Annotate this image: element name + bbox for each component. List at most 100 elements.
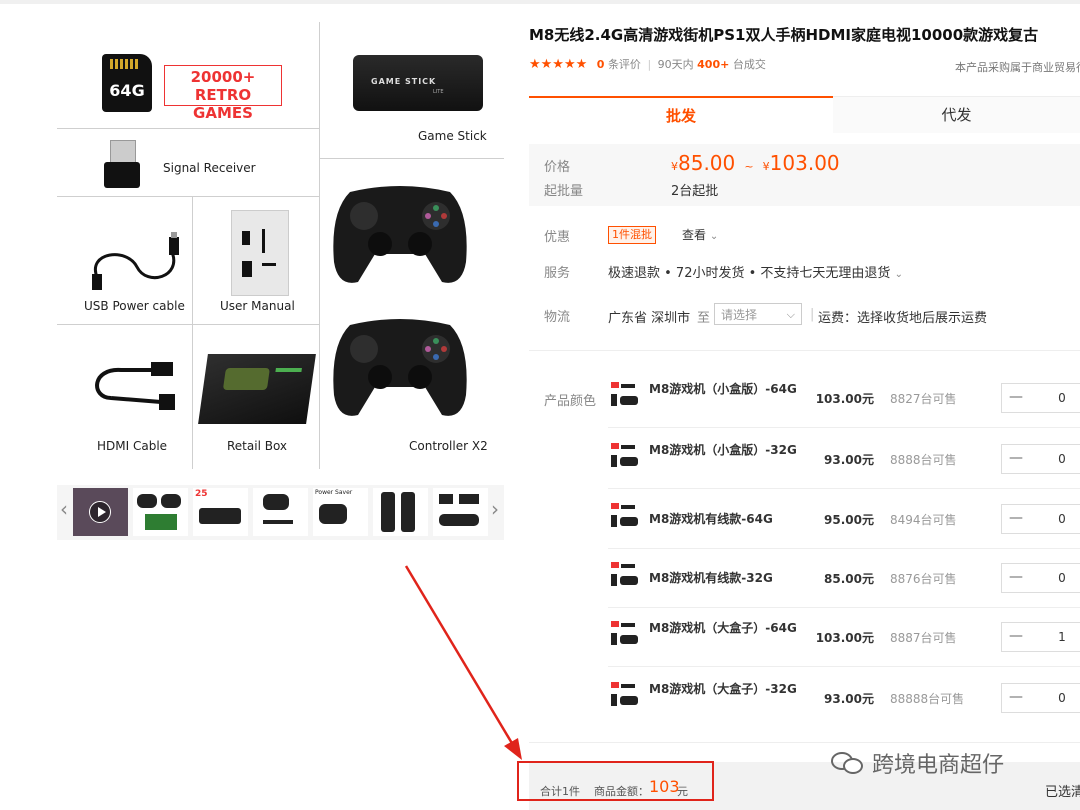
selected-list-link[interactable]: 已选清: [1045, 781, 1080, 800]
moq-label: 起批量: [544, 184, 584, 199]
thumbnail-video[interactable]: [73, 488, 128, 536]
logistics-to: 至: [697, 311, 711, 326]
trade-notice: 本产品采购属于商业贸易行: [955, 61, 1080, 74]
review-count[interactable]: 0: [597, 58, 605, 71]
currency-symbol: ¥: [671, 160, 678, 173]
price-high: 103.00: [769, 151, 840, 175]
annotation-highlight-box: [517, 761, 714, 801]
price-label: 价格: [544, 160, 571, 175]
sd-card-image: 64G: [102, 54, 152, 112]
signal-receiver-label: Signal Receiver: [163, 161, 256, 175]
row-divider: [608, 666, 1080, 667]
annotation-arrow: [404, 565, 522, 760]
watermark-text: 跨境电商超仔: [872, 753, 1005, 778]
decrement-button[interactable]: —: [1002, 623, 1030, 651]
variant-thumbnail[interactable]: [611, 621, 639, 651]
quantity-input[interactable]: 0: [1032, 684, 1080, 712]
retail-box-image: [198, 354, 316, 424]
review-label: 条评价: [607, 58, 641, 71]
logistics-origin: 广东省 深圳市: [608, 311, 691, 326]
quantity-input[interactable]: 1: [1032, 623, 1080, 651]
sales-period: 90天内: [657, 58, 694, 71]
currency-symbol: ¥: [762, 160, 770, 173]
chevron-down-icon: ⌵: [786, 308, 795, 321]
user-manual-image: [231, 210, 289, 296]
price-range: ¥85.00 ~ ¥103.00: [671, 151, 840, 175]
variant-name: M8游戏机有线款-64G: [649, 512, 773, 526]
hdmi-cable-label: HDMI Cable: [97, 439, 168, 453]
controller-image: [333, 319, 467, 416]
quantity-stepper: —0: [1001, 683, 1080, 713]
service-value[interactable]: 极速退款 • 72小时发货 • 不支持七天无理由退货 ⌄: [608, 262, 903, 281]
product-main-image[interactable]: 64G 20000+ RETRO GAMES GAME STICK LITE G…: [57, 22, 504, 469]
quantity-stepper: —0: [1001, 563, 1080, 593]
quantity-input[interactable]: 0: [1032, 445, 1080, 473]
variant-thumbnail[interactable]: [611, 443, 639, 473]
controllers-label: Controller X2: [409, 439, 488, 453]
variant-stock: 88888台可售: [890, 692, 965, 706]
variant-thumbnail[interactable]: [611, 503, 639, 533]
grid-line: [319, 22, 320, 469]
grid-line: [192, 196, 193, 469]
quantity-input[interactable]: 0: [1032, 505, 1080, 533]
section-divider: [529, 350, 1080, 351]
user-manual-label: User Manual: [220, 299, 295, 313]
thumbnail-image[interactable]: [373, 488, 428, 536]
destination-select[interactable]: 请选择 ⌵: [714, 303, 802, 325]
variant-name: M8游戏机（大盒子）-32G: [649, 682, 797, 696]
moq-value: 2台起批: [671, 184, 719, 199]
play-icon: [89, 501, 111, 523]
divider: |: [810, 307, 815, 322]
variant-row: M8游戏机有线款-64G 95.00元 8494台可售 —0: [608, 489, 1080, 549]
watermark: 跨境电商超仔: [831, 747, 1004, 779]
variant-thumbnail[interactable]: [611, 382, 639, 412]
price-separator: ~: [744, 160, 754, 173]
thumbnail-prev-button[interactable]: ‹: [60, 497, 68, 521]
sales-unit: 台成交: [732, 58, 766, 71]
game-stick-sub: LITE: [433, 89, 444, 95]
wechat-icon: [831, 750, 865, 776]
quantity-input[interactable]: 0: [1032, 384, 1080, 412]
purchase-tabs: 批发 代发: [529, 96, 1080, 134]
quantity-stepper: —0: [1001, 383, 1080, 413]
logistics-label: 物流: [544, 310, 571, 325]
promo-line-2: RETRO GAMES: [193, 86, 253, 122]
game-stick-label: Game Stick: [418, 129, 487, 143]
tab-wholesale[interactable]: 批发: [529, 96, 833, 134]
variant-price: 103.00元: [815, 631, 874, 645]
variant-price: 85.00元: [824, 572, 874, 586]
decrement-button[interactable]: —: [1002, 445, 1030, 473]
sd-card-size: 64G: [109, 81, 145, 100]
variant-thumbnail[interactable]: [611, 682, 639, 712]
section-divider: [529, 742, 1080, 743]
thumbnail-image[interactable]: [253, 488, 308, 536]
promo-view-link[interactable]: 查看 ⌄: [682, 226, 718, 243]
thumbnail-image[interactable]: 25: [193, 488, 248, 536]
tab-dropship[interactable]: 代发: [833, 96, 1080, 133]
variant-name: M8游戏机（小盒版）-64G: [649, 382, 797, 396]
sales-count: 400+: [697, 58, 730, 71]
decrement-button[interactable]: —: [1002, 384, 1030, 412]
variant-row: M8游戏机（小盒版）-64G 103.00元 8827台可售 —0: [608, 368, 1080, 428]
decrement-button[interactable]: —: [1002, 564, 1030, 592]
grid-line: [57, 324, 319, 325]
retail-box-label: Retail Box: [227, 439, 288, 453]
service-label: 服务: [544, 266, 571, 281]
variant-row: M8游戏机有线款-32G 85.00元 8876台可售 —0: [608, 548, 1080, 608]
decrement-button[interactable]: —: [1002, 505, 1030, 533]
thumbnail-image[interactable]: [133, 488, 188, 536]
thumbnail-next-button[interactable]: ›: [491, 497, 499, 521]
thumbnail-strip: ‹ 25 Power Saver ›: [57, 485, 504, 540]
decrement-button[interactable]: —: [1002, 684, 1030, 712]
quantity-input[interactable]: 0: [1032, 564, 1080, 592]
usb-cable-label: USB Power cable: [84, 299, 185, 313]
promo-view-label: 查看: [682, 228, 707, 242]
variant-label: 产品颜色: [544, 394, 597, 409]
price-low: 85.00: [678, 151, 736, 175]
thumbnail-image[interactable]: [433, 488, 488, 536]
thumbnail-image[interactable]: Power Saver: [313, 488, 368, 536]
variant-name: M8游戏机有线款-32G: [649, 571, 773, 585]
variant-thumbnail[interactable]: [611, 562, 639, 592]
chevron-down-icon: ⌄: [709, 231, 719, 242]
promo-label: 优惠: [544, 230, 571, 245]
